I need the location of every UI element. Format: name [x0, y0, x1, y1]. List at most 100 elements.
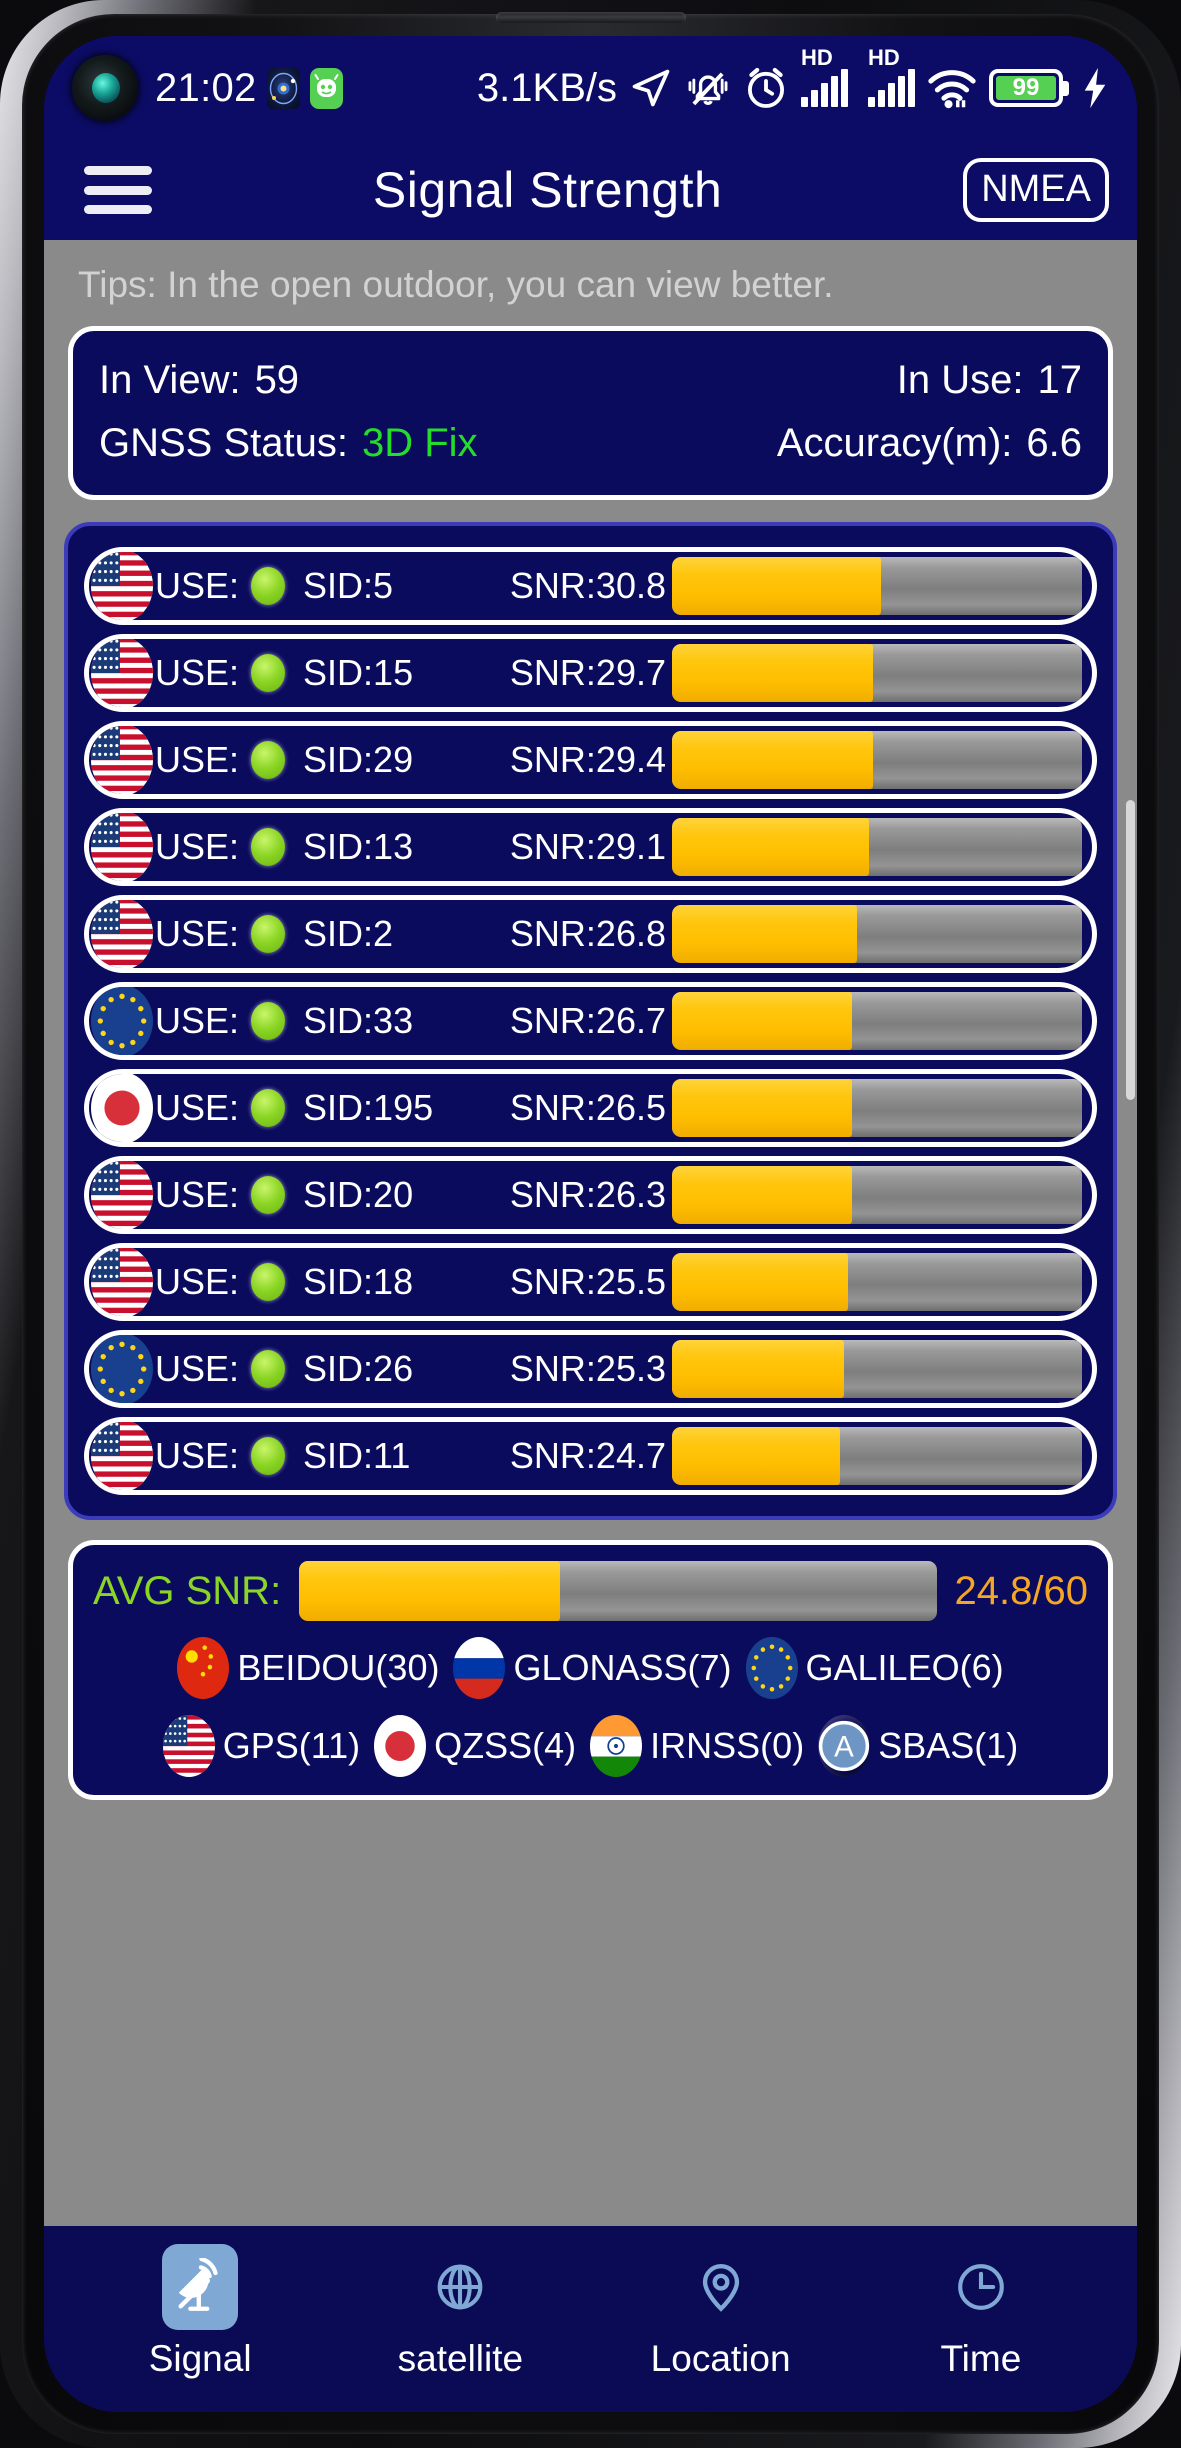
satellite-sid: SID:18	[303, 1261, 414, 1302]
snr-bar-fill	[672, 557, 882, 615]
satellite-snr: SNR:24.7	[509, 1435, 666, 1476]
constellation-item: QZSS(4)	[374, 1715, 576, 1777]
satellite-row[interactable]: USE: SID:195 SNR:26.5	[84, 1069, 1097, 1147]
scrollbar[interactable]	[1126, 800, 1135, 1100]
nav-label: Time	[940, 2338, 1022, 2379]
camera-punch-hole	[72, 55, 138, 121]
snr-bar-fill	[672, 644, 873, 702]
gnss-app-icon	[266, 67, 300, 109]
satellite-row[interactable]: USE: SID:11 SNR:24.7	[84, 1417, 1097, 1495]
use-label: USE:	[155, 1174, 240, 1215]
satellite-sid: SID:5	[303, 565, 394, 606]
snr-bar	[672, 1427, 1082, 1485]
in-use-indicator-dot	[251, 654, 286, 692]
main-content: Tips: In the open outdoor, you can view …	[44, 240, 1137, 2226]
snr-bar-fill	[672, 1166, 853, 1224]
in-use-label: In Use:	[896, 358, 1024, 402]
satellite-list[interactable]: USE: SID:5 SNR:30.8 USE: SID:15 SNR:29.7…	[64, 522, 1117, 1520]
average-snr-panel: AVG SNR: 24.8/60 BEIDOU(30) GLONASS(7) G…	[68, 1540, 1113, 1800]
us-flag-icon	[162, 1715, 215, 1777]
satellite-row[interactable]: USE: SID:13 SNR:29.1	[84, 808, 1097, 886]
constellation-item: GLONASS(7)	[453, 1637, 732, 1699]
constellation-label: GALILEO(6)	[805, 1647, 1004, 1688]
hd-signal-icon-2: HD	[868, 45, 915, 107]
snr-bar	[672, 731, 1082, 789]
satellite-row[interactable]: USE: SID:29 SNR:29.4	[84, 721, 1097, 799]
satellite-sid: SID:33	[303, 1000, 414, 1041]
hd-signal-icon-1: HD	[801, 45, 848, 107]
satellite-snr: SNR:25.5	[509, 1261, 666, 1302]
accuracy-label: Accuracy(m):	[776, 421, 1013, 465]
battery-level-text: 99	[1012, 74, 1040, 101]
satellite-row[interactable]: USE: SID:18 SNR:25.5	[84, 1243, 1097, 1321]
satellite-row[interactable]: USE: SID:2 SNR:26.8	[84, 895, 1097, 973]
avg-snr-label: AVG SNR:	[93, 1568, 282, 1613]
network-speed-text: 3.1KB/s	[476, 65, 617, 110]
satellite-row[interactable]: USE: SID:20 SNR:26.3	[84, 1156, 1097, 1234]
constellation-item: GPS(11)	[162, 1715, 360, 1777]
nav-item-satellite[interactable]: satellite	[330, 2244, 590, 2380]
satellite-sid: SID:20	[303, 1174, 414, 1215]
in-view-value: 59	[254, 358, 300, 402]
ru-flag-icon	[453, 1637, 506, 1699]
nav-item-location[interactable]: Location	[591, 2244, 851, 2380]
in-use-indicator-dot	[251, 567, 286, 605]
satellite-row[interactable]: USE: SID:26 SNR:25.3	[84, 1330, 1097, 1408]
snr-bar-fill	[672, 1253, 849, 1311]
sbas-badge-icon: A	[818, 1715, 870, 1777]
earpiece-speaker	[495, 12, 686, 23]
eu-flag-icon	[91, 987, 153, 1055]
status-bar-right-group: 3.1KB/s HD HD 99	[476, 45, 1109, 111]
satellite-snr: SNR:26.8	[509, 913, 666, 954]
constellation-row-2: GPS(11) QZSS(4) IRNSS(0) A SBAS(1)	[93, 1699, 1088, 1777]
alarm-clock-icon	[747, 67, 785, 108]
wifi-icon	[928, 70, 976, 109]
snr-bar	[672, 992, 1082, 1050]
satellite-row[interactable]: USE: SID:33 SNR:26.7	[84, 982, 1097, 1060]
cn-flag-icon	[177, 1637, 230, 1699]
nav-label: satellite	[397, 2338, 524, 2379]
satellite-row[interactable]: USE: SID:5 SNR:30.8	[84, 547, 1097, 625]
snr-bar-fill	[672, 992, 853, 1050]
satellite-snr: SNR:30.8	[509, 565, 666, 606]
constellation-label: BEIDOU(30)	[237, 1647, 440, 1688]
jp-flag-icon	[374, 1715, 427, 1777]
constellation-item: IRNSS(0)	[590, 1715, 804, 1777]
satellite-snr: SNR:26.5	[509, 1087, 666, 1128]
satellite-row[interactable]: USE: SID:15 SNR:29.7	[84, 634, 1097, 712]
us-flag-icon	[91, 639, 153, 707]
phone-frame: 21:02 3.1KB/s HD HD 99 Signal Strength N…	[0, 0, 1181, 2448]
us-flag-icon	[91, 1161, 153, 1229]
green-robot-icon	[309, 67, 343, 109]
hd-label-2: HD	[868, 45, 900, 70]
nmea-button[interactable]: NMEA	[963, 158, 1109, 222]
map-pin-icon[interactable]	[683, 2244, 759, 2330]
constellation-item: GALILEO(6)	[745, 1637, 1004, 1699]
use-label: USE:	[155, 826, 240, 867]
in-use-indicator-dot	[251, 1089, 286, 1127]
nav-item-signal[interactable]: Signal	[70, 2244, 330, 2380]
nav-item-time[interactable]: Time	[851, 2244, 1111, 2380]
use-label: USE:	[155, 652, 240, 693]
in-use-indicator-dot	[251, 1176, 286, 1214]
gnss-status-group: GNSS Status: 3D Fix	[99, 421, 478, 466]
nav-label: Location	[650, 2338, 791, 2379]
constellation-item: BEIDOU(30)	[177, 1637, 439, 1699]
in-use-indicator-dot	[251, 741, 286, 779]
snr-bar	[672, 1340, 1082, 1398]
satellite-sid: SID:11	[303, 1435, 411, 1476]
hd-label-1: HD	[801, 45, 833, 70]
gnss-status-label: GNSS Status:	[99, 421, 348, 465]
clock-icon[interactable]	[943, 2244, 1019, 2330]
globe-icon[interactable]	[422, 2244, 498, 2330]
info-row-counts: In View: 59 In Use: 17	[99, 349, 1082, 412]
us-flag-icon	[91, 900, 153, 968]
constellation-item: A SBAS(1)	[818, 1715, 1018, 1777]
satellite-dish-icon[interactable]	[162, 2244, 239, 2330]
snr-bar-fill	[672, 818, 869, 876]
svg-text:A: A	[834, 1730, 854, 1763]
in-flag-icon	[590, 1715, 643, 1777]
snr-bar	[672, 1166, 1082, 1224]
gnss-app: 21:02 3.1KB/s HD HD 99 Signal Strength N…	[44, 36, 1137, 2412]
nav-label: Signal	[148, 2338, 252, 2379]
